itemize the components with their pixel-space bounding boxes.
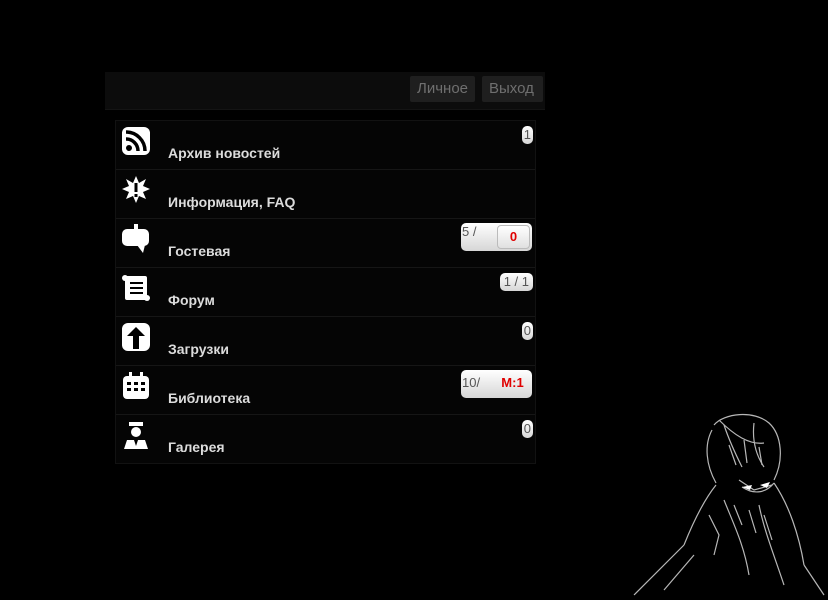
- count-badge: 1 / 1: [499, 273, 533, 291]
- person-icon: [124, 422, 148, 449]
- upload-arrow-icon: [122, 323, 150, 351]
- top-bar: Личное Выход: [105, 72, 545, 110]
- menu-item-downloads[interactable]: Загрузки 0: [116, 317, 535, 366]
- calendar-book-icon: [123, 372, 149, 399]
- menu-item-label: Архив новостей: [168, 145, 281, 161]
- badge-highlight: M:1: [501, 375, 524, 390]
- badge-highlight: 0: [497, 225, 530, 249]
- rss-icon: [122, 127, 150, 155]
- guestbook-badge: 5 / 0: [461, 223, 532, 251]
- menu-item-gallery[interactable]: Галерея 0: [116, 415, 535, 463]
- menu-item-info-faq[interactable]: Информация, FAQ: [116, 170, 535, 219]
- menu-item-label: Форум: [168, 292, 215, 308]
- menu-item-label: Загрузки: [168, 341, 229, 357]
- badge-prefix: 5 /: [462, 224, 477, 239]
- menu-item-library[interactable]: Библиотека 10/ M:1: [116, 366, 535, 415]
- menu-item-label: Библиотека: [168, 390, 251, 406]
- count-badge: 0: [521, 420, 533, 438]
- menu-item-news-archive[interactable]: Архив новостей 1: [116, 121, 535, 170]
- alert-burst-icon: [122, 176, 150, 203]
- badge-prefix: 10/: [462, 375, 481, 390]
- exit-button[interactable]: Выход: [482, 76, 543, 102]
- speech-bubble-icon: [122, 224, 149, 253]
- main-menu: Архив новостей 1 Информация, FAQ Гостева…: [115, 120, 536, 464]
- menu-item-label: Галерея: [168, 439, 225, 455]
- menu-item-forum[interactable]: Форум 1 / 1: [116, 268, 535, 317]
- menu-item-label: Информация, FAQ: [168, 194, 296, 210]
- hooded-figure-sketch: [633, 413, 825, 596]
- count-badge: 1: [521, 126, 533, 144]
- menu-item-guestbook[interactable]: Гостевая 5 / 0: [116, 219, 535, 268]
- personal-button[interactable]: Личное: [410, 76, 475, 102]
- menu-item-label: Гостевая: [168, 243, 231, 259]
- count-badge: 0: [521, 322, 533, 340]
- scroll-icon: [122, 275, 150, 301]
- library-badge: 10/ M:1: [461, 370, 532, 398]
